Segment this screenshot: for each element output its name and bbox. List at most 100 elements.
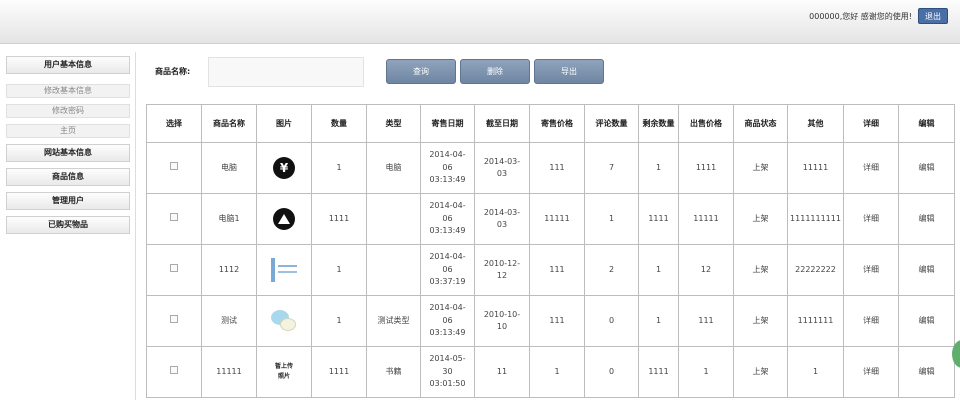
- header-sell-price: 出售价格: [678, 104, 734, 143]
- cell-sale-date: 2014-04- 06 03:13:49: [420, 295, 475, 347]
- header-edit: 编辑: [898, 104, 955, 143]
- delete-button[interactable]: 删除: [460, 59, 530, 84]
- cell-comments: 2: [584, 244, 639, 296]
- cell-other: 1: [787, 346, 844, 398]
- header-other: 其他: [787, 104, 844, 143]
- sidebar-item-goods-info[interactable]: 商品信息: [6, 168, 130, 186]
- header-image: 图片: [256, 104, 312, 143]
- cell-price: 111: [529, 295, 585, 347]
- detail-link[interactable]: 详细: [843, 142, 899, 194]
- edit-link[interactable]: 编辑: [898, 142, 955, 194]
- sidebar-item-manage-users[interactable]: 管理用户: [6, 192, 130, 210]
- cell-type: 测试类型: [366, 295, 421, 347]
- cell-quantity: 1: [311, 142, 367, 194]
- table-row: 电脑 ¥ 1 电脑 2014-04- 06 03:13:49 2014-03- 03 …: [146, 142, 955, 194]
- sidebar: 用户基本信息 修改基本信息 修改密码 主页 网站基本信息 商品信息 管理用户 已…: [0, 52, 136, 400]
- cell-remaining: 1111: [638, 193, 679, 245]
- cell-status: 上架: [733, 244, 788, 296]
- cell-price: 11111: [529, 193, 585, 245]
- detail-link[interactable]: 详细: [843, 244, 899, 296]
- chat-bubble-icon: [270, 309, 298, 333]
- cell-other: 22222222: [787, 244, 844, 296]
- row-checkbox[interactable]: [170, 314, 178, 323]
- cell-sell-price: 11111: [678, 193, 734, 245]
- export-button[interactable]: 导出: [534, 59, 604, 84]
- cell-end-date: 2014-03- 03: [474, 193, 530, 245]
- row-checkbox[interactable]: [170, 161, 178, 170]
- detail-link[interactable]: 详细: [843, 346, 899, 398]
- cell-status: 上架: [733, 346, 788, 398]
- header-remaining: 剩余数量: [638, 104, 679, 143]
- sidebar-item-purchased[interactable]: 已购买物品: [6, 216, 130, 234]
- cell-sell-price: 111: [678, 295, 734, 347]
- cell-comments: 0: [584, 295, 639, 347]
- cell-price: 1: [529, 346, 585, 398]
- table-row: 电脑1 1111 2014-04- 06 03:13:49 2014-03- 03 1…: [146, 193, 955, 245]
- warning-icon: [273, 208, 295, 230]
- header-select: 选择: [146, 104, 202, 143]
- query-button[interactable]: 查询: [386, 59, 456, 84]
- cell-sell-price: 12: [678, 244, 734, 296]
- edit-link[interactable]: 编辑: [898, 193, 955, 245]
- sidebar-item-edit-info[interactable]: 修改基本信息: [6, 84, 130, 98]
- cell-sell-price: 1111: [678, 142, 734, 194]
- edit-link[interactable]: 编辑: [898, 244, 955, 296]
- cell-sale-date: 2014-04- 06 03:37:19: [420, 244, 475, 296]
- row-checkbox[interactable]: [170, 263, 178, 272]
- cell-type: 书籍: [366, 346, 421, 398]
- cell-name: 11111: [201, 346, 257, 398]
- welcome-text: 000000,您好 感谢您的使用!: [809, 12, 912, 21]
- product-thumbnail: [269, 256, 299, 284]
- cell-other: 11111: [787, 142, 844, 194]
- cell-quantity: 1: [311, 244, 367, 296]
- header-comments: 评论数量: [584, 104, 639, 143]
- table-row: 测试 1 测试类型 2014-04- 06 03:13:49 2010-10- 10 …: [146, 295, 955, 347]
- cell-quantity: 1: [311, 295, 367, 347]
- cell-sell-price: 1: [678, 346, 734, 398]
- sidebar-item-site-info[interactable]: 网站基本信息: [6, 144, 130, 162]
- header-type: 类型: [366, 104, 421, 143]
- cell-end-date: 11: [474, 346, 530, 398]
- edit-link[interactable]: 编辑: [898, 346, 955, 398]
- search-input[interactable]: [208, 57, 364, 87]
- cell-end-date: 2010-10- 10: [474, 295, 530, 347]
- cell-remaining: 1: [638, 295, 679, 347]
- cell-price: 111: [529, 244, 585, 296]
- cell-name: 1112: [201, 244, 257, 296]
- detail-link[interactable]: 详细: [843, 295, 899, 347]
- search-label: 商品名称:: [155, 67, 191, 76]
- row-checkbox[interactable]: [170, 365, 178, 374]
- cell-remaining: 1111: [638, 346, 679, 398]
- cell-end-date: 2010-12- 12: [474, 244, 530, 296]
- cell-other: 1111111: [787, 295, 844, 347]
- header-detail: 详细: [843, 104, 899, 143]
- cell-name: 电脑1: [201, 193, 257, 245]
- sidebar-item-home[interactable]: 主页: [6, 124, 130, 138]
- detail-link[interactable]: 详细: [843, 193, 899, 245]
- cell-status: 上架: [733, 193, 788, 245]
- yen-icon: ¥: [273, 157, 295, 179]
- table-row: 11111 暂上传 照片 1111 书籍 2014-05- 30 03:01:50 1…: [146, 346, 955, 398]
- cell-type: [366, 193, 421, 245]
- header-quantity: 数量: [311, 104, 367, 143]
- row-checkbox[interactable]: [170, 212, 178, 221]
- edit-link[interactable]: 编辑: [898, 295, 955, 347]
- cell-remaining: 1: [638, 244, 679, 296]
- sidebar-item-change-password[interactable]: 修改密码: [6, 104, 130, 118]
- goods-table: 选择 商品名称 图片 数量 类型 寄售日期 截至日期 寄售价格 评论数量 剩余数…: [146, 104, 955, 398]
- cell-sale-date: 2014-04- 06 03:13:49: [420, 193, 475, 245]
- cell-name: 电脑: [201, 142, 257, 194]
- header-name: 商品名称: [201, 104, 257, 143]
- sidebar-item-user-info[interactable]: 用户基本信息: [6, 56, 130, 74]
- logout-button[interactable]: 退出: [918, 8, 948, 24]
- table-row: 1112 1 2014-04- 06 03:37:19 2010-12- 12 111…: [146, 244, 955, 296]
- header-sale-date: 寄售日期: [420, 104, 475, 143]
- cell-type: 电脑: [366, 142, 421, 194]
- top-header: 000000,您好 感谢您的使用! 退出: [0, 0, 960, 44]
- cell-type: [366, 244, 421, 296]
- cell-remaining: 1: [638, 142, 679, 194]
- cell-status: 上架: [733, 142, 788, 194]
- cell-comments: 0: [584, 346, 639, 398]
- cell-quantity: 1111: [311, 346, 367, 398]
- cell-comments: 7: [584, 142, 639, 194]
